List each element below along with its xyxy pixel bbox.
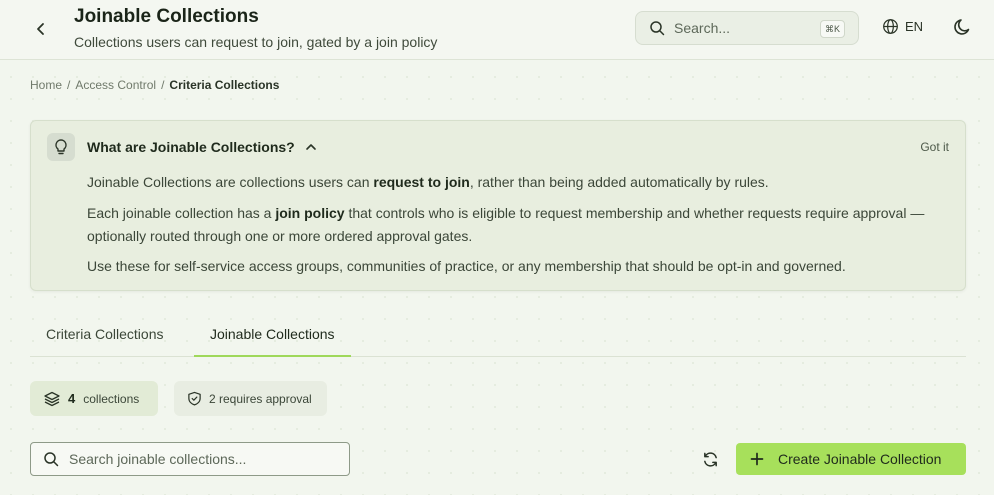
chevron-left-icon — [37, 23, 44, 35]
search-icon — [44, 452, 59, 467]
collection-search[interactable] — [30, 442, 350, 476]
info-callout-title: What are Joinable Collections? — [87, 139, 295, 155]
info-paragraph-3: Use these for self-service access groups… — [87, 258, 846, 274]
info-emphasis: join policy — [275, 205, 345, 221]
back-button[interactable] — [28, 16, 54, 42]
tab-bar: Criteria Collections Joinable Collection… — [30, 316, 966, 357]
page-subtitle: Collections users can request to join, g… — [74, 34, 438, 50]
search-icon — [650, 21, 665, 36]
language-selector[interactable]: EN — [882, 18, 923, 35]
global-search-placeholder: Search... — [674, 20, 731, 36]
search-shortcut-badge: ⌘K — [819, 20, 845, 38]
create-button-label: Create Joinable Collection — [778, 451, 942, 467]
theme-toggle-button[interactable] — [953, 17, 973, 42]
breadcrumb: Home / Access Control / Criteria Collect… — [30, 78, 279, 92]
chevron-up-icon — [305, 144, 316, 150]
info-paragraph-2: Each joinable collection has a join poli… — [87, 205, 925, 244]
shield-check-icon — [188, 391, 201, 406]
lightbulb-icon — [47, 133, 75, 161]
breadcrumb-current: Criteria Collections — [169, 78, 280, 92]
collections-count: 4 — [68, 391, 76, 406]
approval-count-label: 2 requires approval — [209, 391, 312, 406]
breadcrumb-separator: / — [161, 78, 165, 92]
plus-icon — [750, 452, 764, 466]
breadcrumb-access-control[interactable]: Access Control — [75, 78, 156, 92]
page-title: Joinable Collections — [74, 6, 259, 27]
breadcrumb-separator: / — [67, 78, 71, 92]
info-callout-toggle[interactable]: What are Joinable Collections? — [87, 139, 317, 155]
create-joinable-collection-button[interactable]: Create Joinable Collection — [736, 443, 966, 475]
collections-count-label: collections — [83, 391, 140, 406]
info-paragraph-1: Joinable Collections are collections use… — [87, 174, 769, 190]
collections-count-badge: 4 collections — [30, 381, 158, 416]
approval-count-badge: 2 requires approval — [174, 381, 327, 416]
language-label: EN — [905, 19, 924, 34]
top-bar: Joinable Collections Collections users c… — [0, 0, 994, 60]
info-emphasis: request to join — [373, 174, 470, 190]
tab-criteria-collections[interactable]: Criteria Collections — [30, 316, 179, 357]
got-it-button[interactable]: Got it — [920, 140, 949, 154]
info-callout: What are Joinable Collections? Got it Jo… — [30, 120, 966, 291]
collection-search-input[interactable] — [69, 451, 339, 467]
moon-icon — [954, 19, 970, 35]
refresh-icon — [703, 451, 717, 467]
breadcrumb-home[interactable]: Home — [30, 78, 62, 92]
refresh-button[interactable] — [698, 447, 722, 471]
global-search[interactable]: Search... ⌘K — [635, 11, 859, 45]
globe-icon — [883, 19, 898, 34]
tab-joinable-collections[interactable]: Joinable Collections — [194, 316, 351, 357]
layers-icon — [44, 391, 60, 406]
